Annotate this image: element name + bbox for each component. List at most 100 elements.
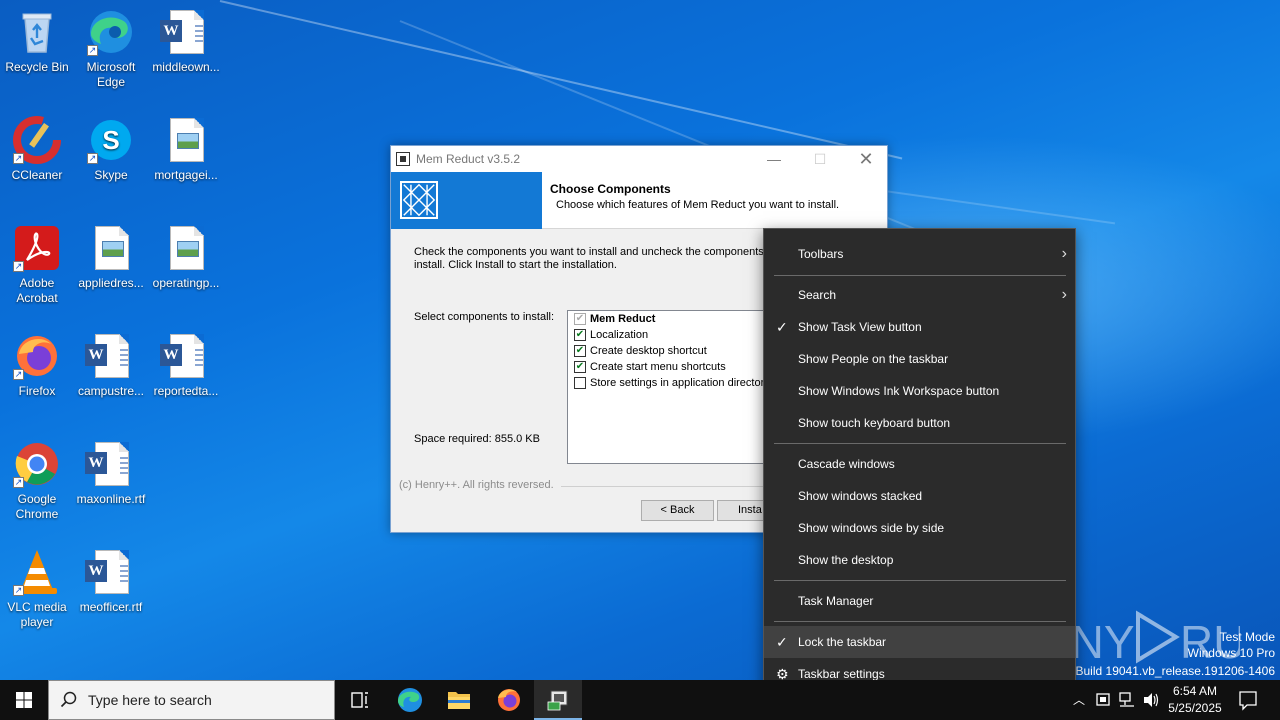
- taskbar-search-box[interactable]: Type here to search: [48, 680, 335, 720]
- firefox-icon: [498, 689, 520, 711]
- task-view-button[interactable]: [336, 680, 384, 720]
- checkbox[interactable]: ✔: [574, 313, 586, 325]
- desktop-icon-label: Microsoft Edge: [86, 60, 136, 89]
- menu-item-cascade-windows[interactable]: Cascade windows: [764, 448, 1075, 480]
- close-button[interactable]: ✕: [843, 146, 889, 172]
- ethernet-icon: [1119, 692, 1134, 707]
- minimize-button[interactable]: —: [751, 146, 797, 172]
- desktop-icon-label: VLC media player: [7, 600, 67, 629]
- tray-network-adapter-icon[interactable]: [1092, 680, 1114, 720]
- shortcut-arrow-icon: ↗: [87, 153, 98, 164]
- taskbar-file-explorer-button[interactable]: [435, 680, 483, 720]
- desktop-icon-label: maxonline.rtf: [76, 492, 146, 506]
- installer-titlebar[interactable]: Mem Reduct v3.5.2 — ☐ ✕: [391, 146, 887, 172]
- clock-time: 6:54 AM: [1172, 684, 1218, 698]
- desktop-icon-ccleaner[interactable]: ↗ CCleaner: [0, 116, 74, 183]
- checkbox[interactable]: ✔: [574, 329, 586, 341]
- windows-logo-icon: [16, 692, 32, 708]
- checkbox[interactable]: ✔: [574, 345, 586, 357]
- windows-edition-label: Windows 10 Pro: [1187, 646, 1275, 660]
- desktop-icon-middleown[interactable]: W middleown...: [149, 8, 223, 75]
- desktop-icon-skype[interactable]: S ↗ Skype: [74, 116, 148, 183]
- tray-network-icon[interactable]: [1116, 680, 1138, 720]
- menu-item-toolbars[interactable]: Toolbars ›: [764, 238, 1075, 270]
- desktop-icon-vlc[interactable]: ↗ VLC media player: [0, 548, 74, 630]
- menu-item-search[interactable]: Search ›: [764, 279, 1075, 311]
- checkbox[interactable]: [574, 377, 586, 389]
- ccleaner-icon: ↗: [13, 116, 61, 164]
- component-label: Create start menu shortcuts: [590, 361, 726, 373]
- desktop-icon-adobe-acrobat[interactable]: ↗ Adobe Acrobat: [0, 224, 74, 306]
- menu-item-label: Toolbars: [798, 247, 844, 261]
- notification-icon: [1239, 691, 1257, 711]
- component-label: Localization: [590, 329, 649, 341]
- component-mem-reduct[interactable]: ✔ Mem Reduct: [568, 311, 776, 327]
- back-button[interactable]: < Back: [641, 500, 714, 521]
- desktop-icon-maxonline[interactable]: W maxonline.rtf: [74, 440, 148, 507]
- components-list[interactable]: ✔ Mem Reduct ✔ Localization ✔ Create des…: [567, 310, 777, 464]
- clock-date: 5/25/2025: [1168, 701, 1222, 715]
- shortcut-arrow-icon: ↗: [87, 45, 98, 56]
- taskbar-edge-button[interactable]: [386, 680, 434, 720]
- edge-icon: ↗: [87, 8, 135, 56]
- menu-item-task-manager[interactable]: Task Manager: [764, 585, 1075, 617]
- show-hidden-icons-button[interactable]: ︿: [1068, 680, 1090, 720]
- tray-volume-icon[interactable]: [1140, 680, 1162, 720]
- desktop-icon-label: operatingp...: [152, 276, 220, 290]
- shortcut-arrow-icon: ↗: [13, 585, 24, 596]
- desktop-icon-label: reportedta...: [153, 384, 219, 398]
- menu-item-label: Show Task View button: [798, 320, 922, 334]
- menu-item-show-task-view[interactable]: ✓ Show Task View button: [764, 311, 1075, 343]
- menu-item-show-touch-keyboard[interactable]: Show touch keyboard button: [764, 407, 1075, 439]
- desktop-icon-reportedta[interactable]: W reportedta...: [149, 332, 223, 399]
- component-localization[interactable]: ✔ Localization: [568, 327, 776, 343]
- menu-item-label: Show windows side by side: [798, 521, 945, 535]
- desktop-icon-campustre[interactable]: W campustre...: [74, 332, 148, 399]
- edge-icon: [398, 688, 422, 712]
- menu-item-label: Cascade windows: [798, 457, 895, 471]
- taskbar-clock[interactable]: 6:54 AM 5/25/2025: [1160, 683, 1230, 717]
- header-title: Choose Components: [550, 182, 671, 196]
- shortcut-arrow-icon: ↗: [13, 261, 24, 272]
- vlc-icon: ↗: [13, 548, 61, 596]
- taskbar-firefox-button[interactable]: [485, 680, 533, 720]
- desktop-icon-label: meofficer.rtf: [79, 600, 143, 614]
- menu-item-show-desktop[interactable]: Show the desktop: [764, 544, 1075, 576]
- desktop-icon-label: middleown...: [152, 60, 220, 74]
- menu-item-lock-taskbar[interactable]: ✓ Lock the taskbar: [764, 626, 1075, 658]
- desktop-icon-recycle-bin[interactable]: Recycle Bin: [0, 8, 74, 75]
- chevron-right-icon: ›: [1061, 245, 1067, 262]
- light-beam: [219, 0, 903, 160]
- menu-item-show-ink-workspace[interactable]: Show Windows Ink Workspace button: [764, 375, 1075, 407]
- desktop-icon-mortgagei[interactable]: mortgagei...: [149, 116, 223, 183]
- component-start-menu-shortcuts[interactable]: ✔ Create start menu shortcuts: [568, 359, 776, 375]
- checkbox[interactable]: ✔: [574, 361, 586, 373]
- desktop-icon-appliedres[interactable]: appliedres...: [74, 224, 148, 291]
- desktop-icon-google-chrome[interactable]: ↗ Google Chrome: [0, 440, 74, 522]
- desktop-icon-label: campustre...: [77, 384, 145, 398]
- desktop-icon-label: mortgagei...: [154, 168, 218, 182]
- desktop-icon-label: Adobe Acrobat: [16, 276, 58, 305]
- action-center-button[interactable]: [1232, 680, 1264, 720]
- menu-item-windows-stacked[interactable]: Show windows stacked: [764, 480, 1075, 512]
- installer-header: Choose Components Choose which features …: [391, 172, 887, 229]
- desktop-icon-microsoft-edge[interactable]: ↗ Microsoft Edge: [74, 8, 148, 90]
- desktop-icon-meofficer[interactable]: W meofficer.rtf: [74, 548, 148, 615]
- desktop-icon-operatingp[interactable]: operatingp...: [149, 224, 223, 291]
- shortcut-arrow-icon: ↗: [13, 477, 24, 488]
- component-store-settings[interactable]: Store settings in application directory: [568, 375, 776, 391]
- start-button[interactable]: [0, 680, 48, 720]
- chevron-right-icon: ›: [1061, 286, 1067, 303]
- instructions-text: Check the components you want to install…: [414, 246, 773, 271]
- menu-item-label: Task Manager: [798, 594, 874, 608]
- desktop-icon-firefox[interactable]: ↗ Firefox: [0, 332, 74, 399]
- menu-item-show-people[interactable]: Show People on the taskbar: [764, 343, 1075, 375]
- test-mode-label: Test Mode: [1219, 630, 1275, 644]
- folder-icon: [448, 692, 470, 709]
- maximize-button[interactable]: ☐: [797, 146, 843, 172]
- menu-item-windows-side-by-side[interactable]: Show windows side by side: [764, 512, 1075, 544]
- component-desktop-shortcut[interactable]: ✔ Create desktop shortcut: [568, 343, 776, 359]
- menu-item-label: Show touch keyboard button: [798, 416, 951, 430]
- menu-item-label: Search: [798, 288, 837, 302]
- taskbar-installer-button[interactable]: [534, 680, 582, 720]
